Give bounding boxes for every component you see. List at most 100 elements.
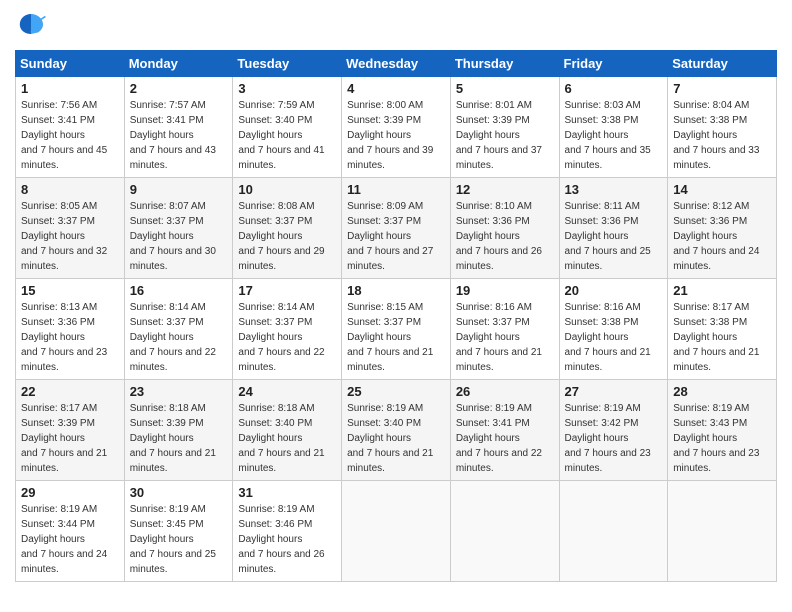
weekday-header-sunday: Sunday: [16, 51, 125, 77]
calendar-cell: 24 Sunrise: 8:18 AM Sunset: 3:40 PM Dayl…: [233, 380, 342, 481]
sunrise-label: Sunrise: 8:16 AM: [456, 302, 532, 313]
daylight-label: Daylight hours: [21, 332, 85, 343]
daylight-label: Daylight hours: [130, 130, 194, 141]
calendar-cell: 7 Sunrise: 8:04 AM Sunset: 3:38 PM Dayli…: [668, 77, 777, 178]
calendar-cell: 21 Sunrise: 8:17 AM Sunset: 3:38 PM Dayl…: [668, 279, 777, 380]
calendar-cell: 15 Sunrise: 8:13 AM Sunset: 3:36 PM Dayl…: [16, 279, 125, 380]
daylight-value: and 7 hours and 23 minutes.: [673, 448, 759, 474]
day-number: 16: [130, 283, 228, 298]
calendar-header-row: SundayMondayTuesdayWednesdayThursdayFrid…: [16, 51, 777, 77]
daylight-value: and 7 hours and 32 minutes.: [21, 246, 107, 272]
calendar-cell: 12 Sunrise: 8:10 AM Sunset: 3:36 PM Dayl…: [450, 178, 559, 279]
daylight-label: Daylight hours: [21, 534, 85, 545]
daylight-label: Daylight hours: [673, 130, 737, 141]
day-info: Sunrise: 8:18 AM Sunset: 3:39 PM Dayligh…: [130, 401, 228, 476]
day-number: 19: [456, 283, 554, 298]
calendar-week-row-5: 29 Sunrise: 8:19 AM Sunset: 3:44 PM Dayl…: [16, 481, 777, 582]
day-info: Sunrise: 8:19 AM Sunset: 3:43 PM Dayligh…: [673, 401, 771, 476]
sunrise-label: Sunrise: 8:03 AM: [565, 100, 641, 111]
sunrise-label: Sunrise: 8:19 AM: [130, 504, 206, 515]
daylight-value: and 7 hours and 29 minutes.: [238, 246, 324, 272]
day-number: 29: [21, 485, 119, 500]
sunset-label: Sunset: 3:36 PM: [565, 216, 639, 227]
calendar-cell: [668, 481, 777, 582]
sunset-label: Sunset: 3:39 PM: [456, 115, 530, 126]
sunrise-label: Sunrise: 8:05 AM: [21, 201, 97, 212]
day-info: Sunrise: 8:04 AM Sunset: 3:38 PM Dayligh…: [673, 98, 771, 173]
sunrise-label: Sunrise: 8:11 AM: [565, 201, 640, 212]
calendar-week-row-3: 15 Sunrise: 8:13 AM Sunset: 3:36 PM Dayl…: [16, 279, 777, 380]
sunrise-label: Sunrise: 8:07 AM: [130, 201, 206, 212]
calendar-cell: 1 Sunrise: 7:56 AM Sunset: 3:41 PM Dayli…: [16, 77, 125, 178]
day-number: 13: [565, 182, 663, 197]
sunset-label: Sunset: 3:40 PM: [238, 418, 312, 429]
sunrise-label: Sunrise: 8:17 AM: [673, 302, 749, 313]
sunset-label: Sunset: 3:36 PM: [673, 216, 747, 227]
calendar-cell: 14 Sunrise: 8:12 AM Sunset: 3:36 PM Dayl…: [668, 178, 777, 279]
daylight-label: Daylight hours: [456, 433, 520, 444]
sunrise-label: Sunrise: 8:14 AM: [130, 302, 206, 313]
sunset-label: Sunset: 3:40 PM: [238, 115, 312, 126]
day-info: Sunrise: 8:08 AM Sunset: 3:37 PM Dayligh…: [238, 199, 336, 274]
day-info: Sunrise: 8:05 AM Sunset: 3:37 PM Dayligh…: [21, 199, 119, 274]
sunset-label: Sunset: 3:41 PM: [21, 115, 95, 126]
day-info: Sunrise: 8:09 AM Sunset: 3:37 PM Dayligh…: [347, 199, 445, 274]
daylight-value: and 7 hours and 24 minutes.: [673, 246, 759, 272]
sunset-label: Sunset: 3:36 PM: [456, 216, 530, 227]
day-number: 8: [21, 182, 119, 197]
weekday-header-thursday: Thursday: [450, 51, 559, 77]
sunset-label: Sunset: 3:41 PM: [130, 115, 204, 126]
sunrise-label: Sunrise: 8:15 AM: [347, 302, 423, 313]
daylight-label: Daylight hours: [565, 231, 629, 242]
sunset-label: Sunset: 3:37 PM: [347, 216, 421, 227]
day-number: 24: [238, 384, 336, 399]
day-number: 26: [456, 384, 554, 399]
sunrise-label: Sunrise: 8:17 AM: [21, 403, 97, 414]
day-info: Sunrise: 8:13 AM Sunset: 3:36 PM Dayligh…: [21, 300, 119, 375]
sunset-label: Sunset: 3:39 PM: [347, 115, 421, 126]
sunrise-label: Sunrise: 7:59 AM: [238, 100, 314, 111]
daylight-value: and 7 hours and 21 minutes.: [238, 448, 324, 474]
calendar-cell: 2 Sunrise: 7:57 AM Sunset: 3:41 PM Dayli…: [124, 77, 233, 178]
day-info: Sunrise: 8:17 AM Sunset: 3:39 PM Dayligh…: [21, 401, 119, 476]
day-info: Sunrise: 8:14 AM Sunset: 3:37 PM Dayligh…: [238, 300, 336, 375]
day-info: Sunrise: 8:12 AM Sunset: 3:36 PM Dayligh…: [673, 199, 771, 274]
calendar-cell: 4 Sunrise: 8:00 AM Sunset: 3:39 PM Dayli…: [342, 77, 451, 178]
day-info: Sunrise: 8:03 AM Sunset: 3:38 PM Dayligh…: [565, 98, 663, 173]
daylight-value: and 7 hours and 39 minutes.: [347, 145, 433, 171]
daylight-label: Daylight hours: [456, 130, 520, 141]
daylight-value: and 7 hours and 21 minutes.: [347, 448, 433, 474]
calendar-cell: 3 Sunrise: 7:59 AM Sunset: 3:40 PM Dayli…: [233, 77, 342, 178]
sunrise-label: Sunrise: 8:18 AM: [238, 403, 314, 414]
calendar-cell: 11 Sunrise: 8:09 AM Sunset: 3:37 PM Dayl…: [342, 178, 451, 279]
day-number: 14: [673, 182, 771, 197]
sunrise-label: Sunrise: 8:19 AM: [238, 504, 314, 515]
day-number: 15: [21, 283, 119, 298]
day-info: Sunrise: 8:01 AM Sunset: 3:39 PM Dayligh…: [456, 98, 554, 173]
sunrise-label: Sunrise: 7:57 AM: [130, 100, 206, 111]
day-number: 9: [130, 182, 228, 197]
day-number: 25: [347, 384, 445, 399]
daylight-value: and 7 hours and 22 minutes.: [130, 347, 216, 373]
daylight-label: Daylight hours: [130, 231, 194, 242]
calendar-cell: [342, 481, 451, 582]
daylight-value: and 7 hours and 24 minutes.: [21, 549, 107, 575]
weekday-header-wednesday: Wednesday: [342, 51, 451, 77]
calendar-cell: 19 Sunrise: 8:16 AM Sunset: 3:37 PM Dayl…: [450, 279, 559, 380]
daylight-label: Daylight hours: [238, 130, 302, 141]
sunset-label: Sunset: 3:40 PM: [347, 418, 421, 429]
daylight-value: and 7 hours and 41 minutes.: [238, 145, 324, 171]
daylight-value: and 7 hours and 22 minutes.: [456, 448, 542, 474]
sunrise-label: Sunrise: 8:13 AM: [21, 302, 97, 313]
daylight-value: and 7 hours and 27 minutes.: [347, 246, 433, 272]
daylight-label: Daylight hours: [565, 130, 629, 141]
day-info: Sunrise: 8:19 AM Sunset: 3:46 PM Dayligh…: [238, 502, 336, 577]
day-number: 7: [673, 81, 771, 96]
daylight-value: and 7 hours and 35 minutes.: [565, 145, 651, 171]
day-info: Sunrise: 8:14 AM Sunset: 3:37 PM Dayligh…: [130, 300, 228, 375]
page-header: [15, 10, 777, 42]
sunrise-label: Sunrise: 8:18 AM: [130, 403, 206, 414]
daylight-label: Daylight hours: [565, 433, 629, 444]
daylight-value: and 7 hours and 26 minutes.: [238, 549, 324, 575]
daylight-label: Daylight hours: [130, 433, 194, 444]
